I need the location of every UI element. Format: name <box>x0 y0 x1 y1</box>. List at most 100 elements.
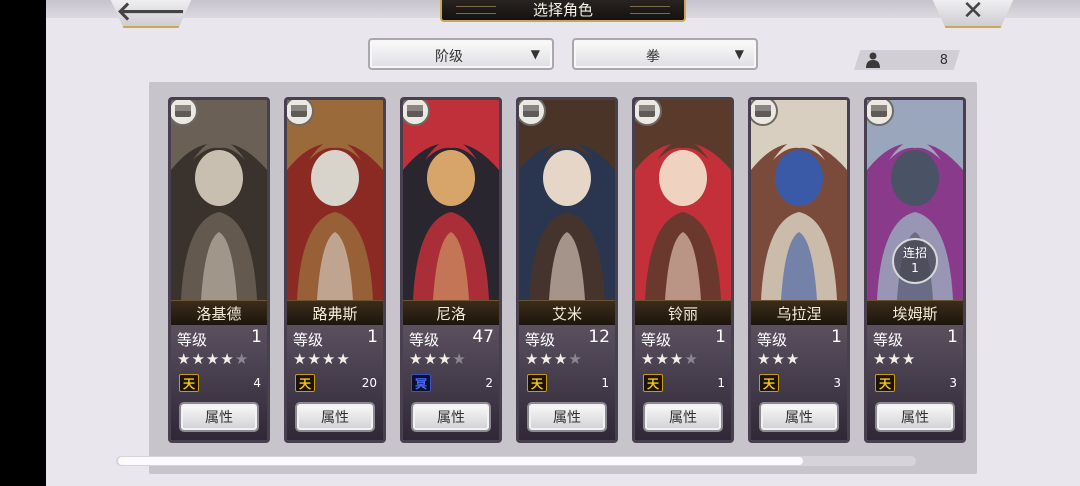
character-name: 铃丽 <box>635 300 731 326</box>
character-info: 等级 1 ★★★★ 天 1 属性 <box>635 325 731 440</box>
star-icon: ★ <box>785 350 801 368</box>
star-icon: ★ <box>234 350 250 368</box>
rank-count: 1 <box>601 376 609 390</box>
close-button[interactable]: ✕ <box>930 0 1016 28</box>
fist-weapon-icon <box>751 100 778 126</box>
rank-badge-icon: 天 <box>875 374 895 392</box>
attribute-button[interactable]: 属性 <box>295 402 375 432</box>
character-info: 等级 1 ★★★ 天 3 属性 <box>867 325 963 440</box>
weapon-filter-dropdown[interactable]: 拳 ▼ <box>572 38 758 70</box>
chevron-down-icon: ▼ <box>734 47 744 61</box>
star-icon: ★ <box>553 350 569 368</box>
level-value: 1 <box>251 327 262 347</box>
star-icon: ★ <box>409 350 424 368</box>
star-icon: ★ <box>901 350 917 368</box>
star-icon: ★ <box>191 350 206 368</box>
character-info: 等级 47 ★★★★ 冥 2 属性 <box>403 325 499 440</box>
star-icon: ★ <box>220 350 235 368</box>
level-value: 12 <box>588 327 610 347</box>
star-icon: ★ <box>293 350 308 368</box>
character-card[interactable]: 尼洛 等级 47 ★★★★ 冥 2 属性 <box>400 97 502 443</box>
scrollbar-thumb[interactable] <box>118 457 803 465</box>
character-portrait <box>403 100 499 300</box>
star-rating: ★★★★★ <box>177 350 263 368</box>
level-value: 1 <box>831 327 842 347</box>
character-count-value: 8 <box>939 53 948 68</box>
character-name: 艾米 <box>519 300 615 326</box>
rank-count: 3 <box>833 376 841 390</box>
page-title: 选择角色 <box>440 0 686 22</box>
chevron-down-icon: ▼ <box>530 47 540 61</box>
horizontal-scrollbar[interactable] <box>116 456 916 466</box>
fist-weapon-icon <box>287 100 314 126</box>
star-icon: ★ <box>568 350 583 368</box>
rank-badge-icon: 天 <box>179 374 199 392</box>
attribute-button[interactable]: 属性 <box>179 402 259 432</box>
weapon-filter-label: 拳 <box>646 49 660 65</box>
star-icon: ★ <box>757 350 772 368</box>
character-card[interactable]: 艾米 等级 12 ★★★★ 天 1 属性 <box>516 97 618 443</box>
star-icon: ★ <box>873 350 888 368</box>
character-portrait <box>287 100 383 300</box>
level-label: 等级 <box>177 331 208 349</box>
close-icon: ✕ <box>962 0 984 26</box>
star-icon: ★ <box>205 350 221 368</box>
star-icon: ★ <box>655 350 670 368</box>
character-count: 8 <box>854 50 960 70</box>
character-info: 等级 12 ★★★★ 天 1 属性 <box>519 325 615 440</box>
fist-weapon-icon <box>519 100 546 126</box>
character-card[interactable]: 路弗斯 等级 1 ★★★★ 天 20 属性 <box>284 97 386 443</box>
rank-filter-dropdown[interactable]: 阶级 ▼ <box>368 38 554 70</box>
attribute-button[interactable]: 属性 <box>527 402 607 432</box>
character-name: 洛基德 <box>171 300 267 326</box>
level-value: 47 <box>472 327 494 347</box>
character-card[interactable]: 铃丽 等级 1 ★★★★ 天 1 属性 <box>632 97 734 443</box>
fist-weapon-icon <box>867 100 894 126</box>
fist-weapon-icon <box>171 100 198 126</box>
rank-count: 2 <box>485 376 493 390</box>
star-icon: ★ <box>452 350 467 368</box>
character-portrait <box>171 100 267 300</box>
star-icon: ★ <box>684 350 699 368</box>
character-info: 等级 1 ★★★★★ 天 4 属性 <box>171 325 267 440</box>
level-label: 等级 <box>757 331 788 349</box>
combo-indicator[interactable]: 连招 1 <box>892 238 938 284</box>
attribute-button[interactable]: 属性 <box>875 402 955 432</box>
character-portrait <box>635 100 731 300</box>
level-value: 1 <box>715 327 726 347</box>
star-icon: ★ <box>669 350 685 368</box>
star-rating: ★★★★ <box>641 350 727 368</box>
level-label: 等级 <box>293 331 324 349</box>
rank-badge-icon: 天 <box>295 374 315 392</box>
star-rating: ★★★★ <box>293 350 379 368</box>
rank-badge-icon: 天 <box>643 374 663 392</box>
attribute-button[interactable]: 属性 <box>411 402 491 432</box>
level-value: 1 <box>947 327 958 347</box>
back-button[interactable]: 🡐 <box>108 0 194 28</box>
page-title-text: 选择角色 <box>532 0 593 19</box>
attribute-button[interactable]: 属性 <box>759 402 839 432</box>
star-rating: ★★★ <box>757 350 843 368</box>
character-card[interactable]: 乌拉涅 等级 1 ★★★ 天 3 属性 <box>748 97 850 443</box>
character-info: 等级 1 ★★★★ 天 20 属性 <box>287 325 383 440</box>
level-label: 等级 <box>641 331 672 349</box>
rank-count: 20 <box>361 376 377 390</box>
star-icon: ★ <box>177 350 192 368</box>
character-name: 乌拉涅 <box>751 300 847 326</box>
rank-filter-label: 阶级 <box>435 49 463 65</box>
star-rating: ★★★ <box>873 350 959 368</box>
level-value: 1 <box>367 327 378 347</box>
attribute-button[interactable]: 属性 <box>643 402 723 432</box>
combo-label: 连招 <box>902 246 927 260</box>
rank-badge-icon: 冥 <box>411 374 431 392</box>
rank-count: 4 <box>253 376 261 390</box>
star-rating: ★★★★ <box>409 350 495 368</box>
character-portrait <box>751 100 847 300</box>
character-card[interactable]: 洛基德 等级 1 ★★★★★ 天 4 属性 <box>168 97 270 443</box>
star-icon: ★ <box>321 350 337 368</box>
level-label: 等级 <box>409 331 440 349</box>
combo-value: 1 <box>911 261 919 275</box>
character-name: 埃姆斯 <box>867 300 963 326</box>
star-icon: ★ <box>539 350 554 368</box>
level-label: 等级 <box>873 331 904 349</box>
